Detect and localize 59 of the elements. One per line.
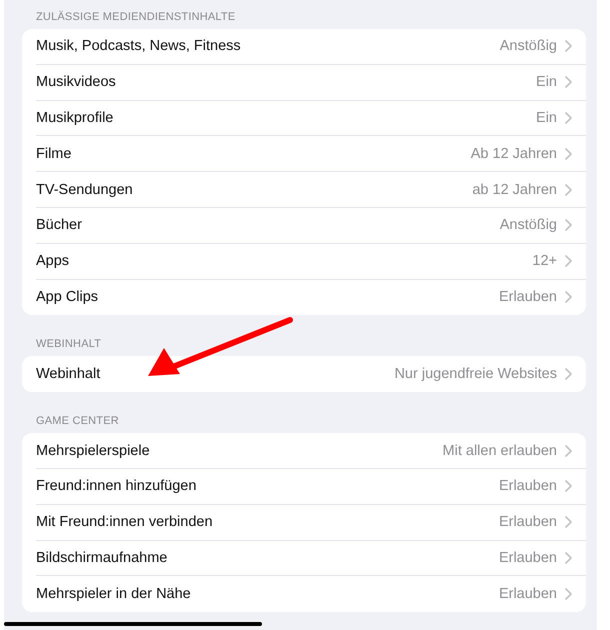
- chevron-icon: [565, 184, 572, 196]
- row-label: Mit Freund:innen verbinden: [36, 514, 214, 530]
- chevron-icon: [565, 148, 572, 160]
- row-value: Ein: [536, 110, 557, 126]
- row-value: Ein: [536, 74, 557, 90]
- row-label: TV-Sendungen: [36, 182, 134, 198]
- chevron-icon: [565, 255, 572, 268]
- row-value: Erlauben: [498, 289, 557, 306]
- chevron-icon: [565, 40, 572, 52]
- row-label: Mehrspielerspiele: [36, 442, 151, 459]
- row-label: Musik, Podcasts, News, Fitness: [36, 38, 242, 54]
- row-value: Ab 12 Jahren: [470, 146, 557, 162]
- row-label: Bildschirmaufnahme: [36, 550, 168, 566]
- chevron-icon: [565, 588, 572, 600]
- row-value: Anstößig: [500, 217, 557, 234]
- row-label: App Clips: [36, 289, 100, 306]
- settings-row[interactable]: Mit Freund:innen verbinden Erlauben: [36, 504, 586, 541]
- settings-row[interactable]: Bildschirmaufnahme Erlauben: [36, 540, 586, 576]
- row-value: Erlauben: [498, 478, 557, 494]
- chevron-icon: [565, 112, 572, 124]
- section-header: GAME CENTER: [35, 414, 120, 430]
- settings-row[interactable]: Bücher Anstößig: [36, 208, 586, 244]
- row-label: Filme: [36, 146, 72, 162]
- row-label: Bücher: [36, 217, 83, 234]
- chevron-icon: [565, 76, 572, 88]
- row-value: ab 12 Jahren: [472, 182, 557, 198]
- settings-row[interactable]: App Clips Erlauben: [36, 280, 586, 316]
- row-label: Mehrspieler in der Nähe: [36, 586, 192, 602]
- settings-row[interactable]: Apps 12+: [36, 244, 586, 280]
- settings-row[interactable]: Musikprofile Ein: [36, 100, 586, 136]
- row-label: Apps: [36, 253, 70, 270]
- chevron-icon: [565, 368, 572, 380]
- row-label: Musikvideos: [36, 74, 117, 90]
- row-value: Anstößig: [500, 38, 557, 54]
- settings-row[interactable]: Freund:innen hinzufügen Erlauben: [36, 468, 586, 505]
- settings-row[interactable]: Mehrspielerspiele Mit allen erlauben: [36, 433, 586, 469]
- row-label: Webinhalt: [36, 366, 102, 382]
- chevron-icon: [565, 516, 572, 528]
- chevron-icon: [565, 552, 572, 564]
- settings-row[interactable]: Musik, Podcasts, News, Fitness Anstößig: [36, 29, 586, 65]
- settings-row[interactable]: Filme Ab 12 Jahren: [36, 136, 586, 172]
- row-value: Erlauben: [498, 550, 557, 566]
- row-value: Erlauben: [498, 514, 557, 530]
- settings-row[interactable]: Musikvideos Ein: [36, 64, 586, 101]
- settings-row[interactable]: Mehrspieler in der Nähe Erlauben: [36, 576, 586, 612]
- settings-row[interactable]: Webinhalt Nur jugendfreie Websites: [36, 356, 586, 392]
- chevron-icon: [565, 219, 572, 232]
- row-label: Musikprofile: [36, 110, 114, 126]
- row-value: Nur jugendfreie Websites: [394, 366, 557, 382]
- section-header: ZULÄSSIGE MEDIENDIENSTINHALTE: [35, 10, 236, 25]
- row-value: Mit allen erlauben: [442, 442, 557, 459]
- chevron-icon: [565, 291, 572, 304]
- chevron-icon: [565, 480, 572, 492]
- section-header: WEBINHALT: [35, 337, 102, 352]
- row-value: 12+: [532, 253, 557, 270]
- row-label: Freund:innen hinzufügen: [36, 478, 198, 494]
- row-value: Erlauben: [498, 586, 557, 602]
- chevron-icon: [565, 444, 572, 457]
- settings-row[interactable]: TV-Sendungen ab 12 Jahren: [36, 172, 586, 208]
